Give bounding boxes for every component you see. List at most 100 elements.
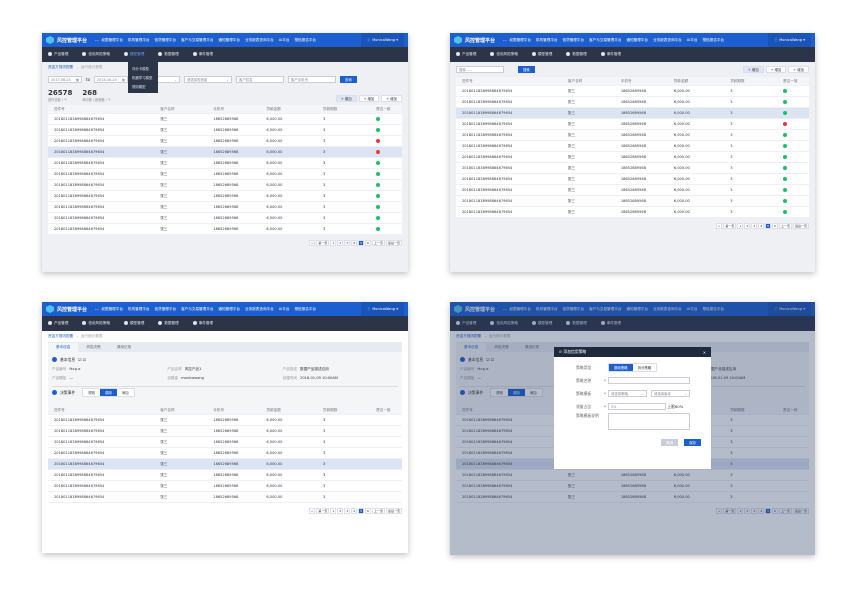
page-button[interactable]: 1 [737,223,744,229]
menu-item[interactable]: 信贷管理平台 [155,38,177,43]
menu-item[interactable]: 想信报告平台 [702,38,724,43]
menu-item[interactable]: 业务报表查询平台 [245,307,274,312]
menu-item[interactable]: AI平台 [279,307,290,312]
menu-item[interactable]: 信贷管理平台 [563,38,585,43]
subnav-item[interactable]: 模型管理 [531,52,552,57]
table-row[interactable]: 2018011838998864679654 张三 18652689568 6,000… [48,224,402,235]
tab[interactable]: 基本信息 [48,343,79,352]
table-row[interactable]: 2018011838998864679654 张三 18652689568 6,000… [48,202,402,213]
menu-item[interactable]: 通知管理平台 [218,38,240,43]
table-row[interactable]: 2018011838998864679654 张三 18652689568 6,000… [456,130,809,141]
page-button[interactable]: 最后一页 [385,508,402,514]
page-button[interactable]: 2 [337,240,344,246]
dropdown-item[interactable]: 规则模型 [128,82,158,91]
table-row[interactable]: 2018011838998864679654 张三 18652689568 6,000… [456,185,809,196]
version-select[interactable]: 请选择版本 ⌄ [651,390,690,397]
table-row[interactable]: 2018011838998864679654 张三 18652689568 6,000… [456,108,809,119]
subnav-item[interactable]: 信用风险策略 [82,321,110,326]
page-button[interactable]: 上一页 [371,508,385,514]
more-menu-button[interactable]: ··· [95,307,99,312]
subnav-item[interactable]: 产品管理 [48,321,68,326]
search-input[interactable]: 搜索...... [456,66,504,73]
subnav-item[interactable]: 模型管理 [123,52,144,57]
user-menu[interactable]: 👤 MonicaWang ▾ [360,302,404,316]
page-button[interactable]: 2 [337,508,344,514]
menu-item[interactable]: 客户与交易管理平台 [181,307,213,312]
page-button[interactable]: 3 [344,508,351,514]
subnav-item[interactable]: 模型管理 [123,321,144,326]
table-row[interactable]: 2018011838998864679654 张三 18652689568 6,000… [456,141,809,152]
type-basic[interactable]: 基础策略 [609,364,633,371]
dropdown-item[interactable]: 评分卡模型 [128,64,158,73]
query-button[interactable]: 查询 [340,76,357,83]
page-button[interactable]: 5 [358,508,365,514]
table-row[interactable]: 2018011838998864679654 张三 18652689568 6,000… [48,125,402,136]
user-menu[interactable]: 👤 MonicaWang ▾ [360,33,404,47]
rule-group-select[interactable]: 请选择规则组 ⌄ [184,76,233,83]
subnav-item[interactable]: 数据管理 [566,52,587,57]
page-button[interactable]: < [308,240,316,246]
more-menu-button[interactable]: ··· [95,38,99,43]
description-textarea[interactable] [608,413,690,430]
breadcrumb-parent[interactable]: 资金方规则配置 [48,65,73,70]
segment-button[interactable]: 调用 [99,389,117,396]
page-button[interactable]: 第一页 [316,240,330,246]
table-row[interactable]: 2018011838998864679654 张三 18652689568 6,000… [456,207,809,218]
edit-icons[interactable]: ☑ ☑ [78,357,86,362]
menu-item[interactable]: 权限管理平台 [509,38,531,43]
subnav-item[interactable]: 事件管理 [600,52,621,57]
table-row[interactable]: 2018011838998864679654 张三 18652689568 6,000… [456,163,809,174]
menu-item[interactable]: AI平台 [279,38,290,43]
table-row[interactable]: 2018011838998864679654 张三 18652689568 6,000… [48,492,402,503]
cancel-button[interactable]: 取消 [661,439,679,446]
menu-item[interactable]: 机构管理平台 [536,38,558,43]
page-button[interactable]: 最后一页 [385,240,402,246]
add-button[interactable]: + 增加 [358,95,380,102]
table-row[interactable]: 2018011838998864679654 张三 18652689568 6,000… [48,147,402,158]
page-button[interactable]: 1 [330,508,337,514]
table-row[interactable]: 2018011838998864679654 张三 18652689568 6,000… [456,174,809,185]
table-row[interactable]: 2018011838998864679654 张三 18652689568 6,000… [48,448,402,459]
page-button[interactable]: 1 [330,240,337,246]
add-button[interactable]: + 增加 [742,66,764,73]
table-row[interactable]: 2018011838998864679654 张三 18652689568 6,000… [456,152,809,163]
subnav-item[interactable]: 数据管理 [158,52,179,57]
page-button[interactable]: < [308,508,316,514]
customer-phone-input[interactable]: 客户手机号 [288,76,337,83]
menu-item[interactable]: 机构管理平台 [128,38,150,43]
segment-button[interactable]: 规则 [83,389,100,396]
subnav-item[interactable]: 信用风险策略 [490,52,518,57]
page-button[interactable]: 第一页 [316,508,330,514]
page-button[interactable]: 第一页 [723,223,737,229]
subnav-item[interactable]: 产品管理 [48,52,68,57]
table-row[interactable]: 2018011838998864679654 张三 18652689568 6,000… [48,426,402,437]
menu-item[interactable]: 想信报告平台 [294,38,316,43]
page-button[interactable]: 上一页 [371,240,385,246]
page-button[interactable]: 6 [365,508,371,514]
add-button[interactable]: + 增加 [765,66,787,73]
dropdown-item[interactable]: 机器学习模型 [128,73,158,82]
subnav-item[interactable]: 事件管理 [192,52,213,57]
table-row[interactable]: 2018011838998864679654 张三 18652689568 6,000… [48,459,402,470]
table-row[interactable]: 2018011838998864679654 张三 18652689568 6,000… [48,158,402,169]
table-row[interactable]: 2018011838998864679654 张三 18652689568 6,000… [456,97,809,108]
page-button[interactable]: 4 [758,223,765,229]
page-button[interactable]: 3 [751,223,758,229]
page-button[interactable]: 6 [772,223,778,229]
page-button[interactable]: < [715,223,723,229]
close-icon[interactable]: ✕ [703,350,706,355]
page-button[interactable]: 2 [744,223,751,229]
tab[interactable]: 调用记录 [109,343,139,352]
table-row[interactable]: 2018011838998864679654 张三 18652689568 6,000… [48,191,402,202]
strategy-name-input[interactable] [608,377,690,384]
menu-item[interactable]: 客户与交易管理平台 [181,38,213,43]
menu-item[interactable]: AI平台 [687,38,698,43]
save-button[interactable]: 保存 [684,439,701,446]
subnav-item[interactable]: 产品管理 [456,52,476,57]
add-button[interactable]: + 增加 [335,95,357,102]
table-row[interactable]: 2018011838998864679654 张三 18652689568 6,000… [456,196,809,207]
menu-item[interactable]: 权限管理平台 [101,38,123,43]
page-button[interactable]: 5 [358,240,365,246]
tab[interactable]: 风险决策 [78,343,108,352]
table-row[interactable]: 2018011838998864679654 张三 18652689568 6,000… [48,437,402,448]
